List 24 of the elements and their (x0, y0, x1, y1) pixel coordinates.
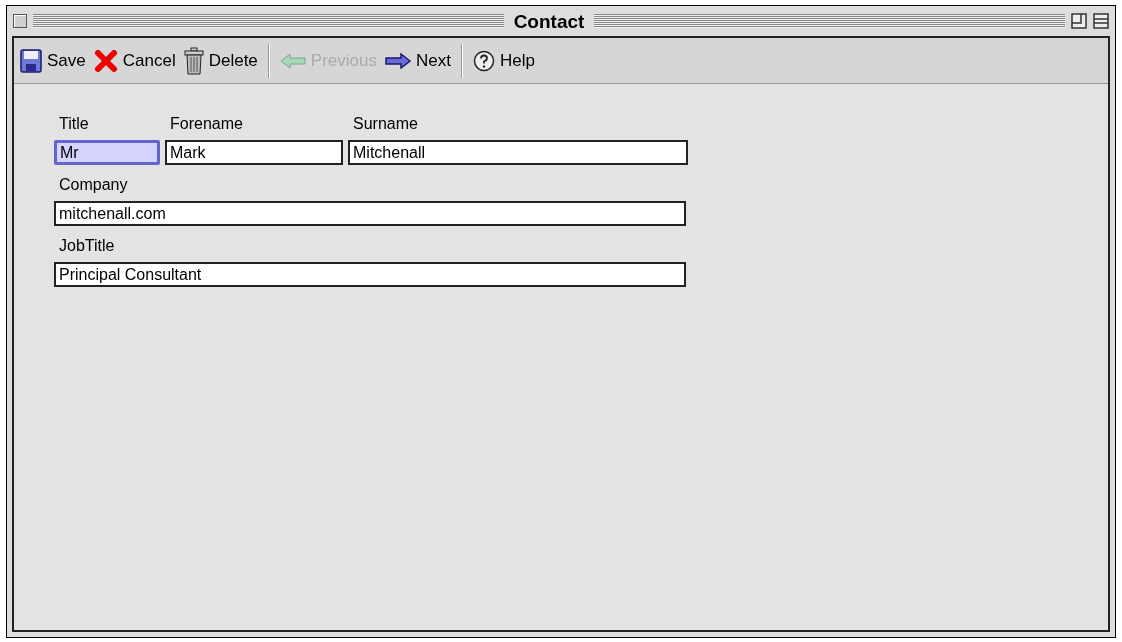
field-label: Surname (352, 114, 419, 134)
cross-icon (93, 49, 118, 72)
collapse-box-icon[interactable] (1093, 13, 1109, 29)
delete-button[interactable]: Delete (179, 42, 262, 79)
next-button[interactable]: Next (380, 42, 455, 79)
close-box[interactable] (13, 14, 27, 28)
field-label: Company (58, 175, 129, 195)
right-arrow-icon (384, 52, 411, 69)
trash-can-icon (183, 46, 204, 75)
text-field[interactable]: Mark (165, 140, 343, 165)
text-field[interactable]: Mr (54, 140, 160, 165)
field-label: JobTitle (58, 236, 116, 256)
window-title: Contact (512, 11, 586, 31)
help-icon (472, 49, 495, 72)
text-field[interactable]: mitchenall.com (54, 201, 686, 226)
text-field[interactable]: Mitchenall (348, 140, 688, 165)
save-button[interactable]: Save (16, 42, 90, 79)
zoom-box-icon[interactable] (1071, 13, 1087, 29)
field-label: Title (58, 114, 90, 134)
left-arrow-icon (279, 52, 306, 69)
cancel-button[interactable]: Cancel (89, 42, 180, 79)
field-label: Forename (169, 114, 244, 134)
text-field[interactable]: Principal Consultant (54, 262, 686, 287)
help-button[interactable]: Help (468, 42, 539, 79)
